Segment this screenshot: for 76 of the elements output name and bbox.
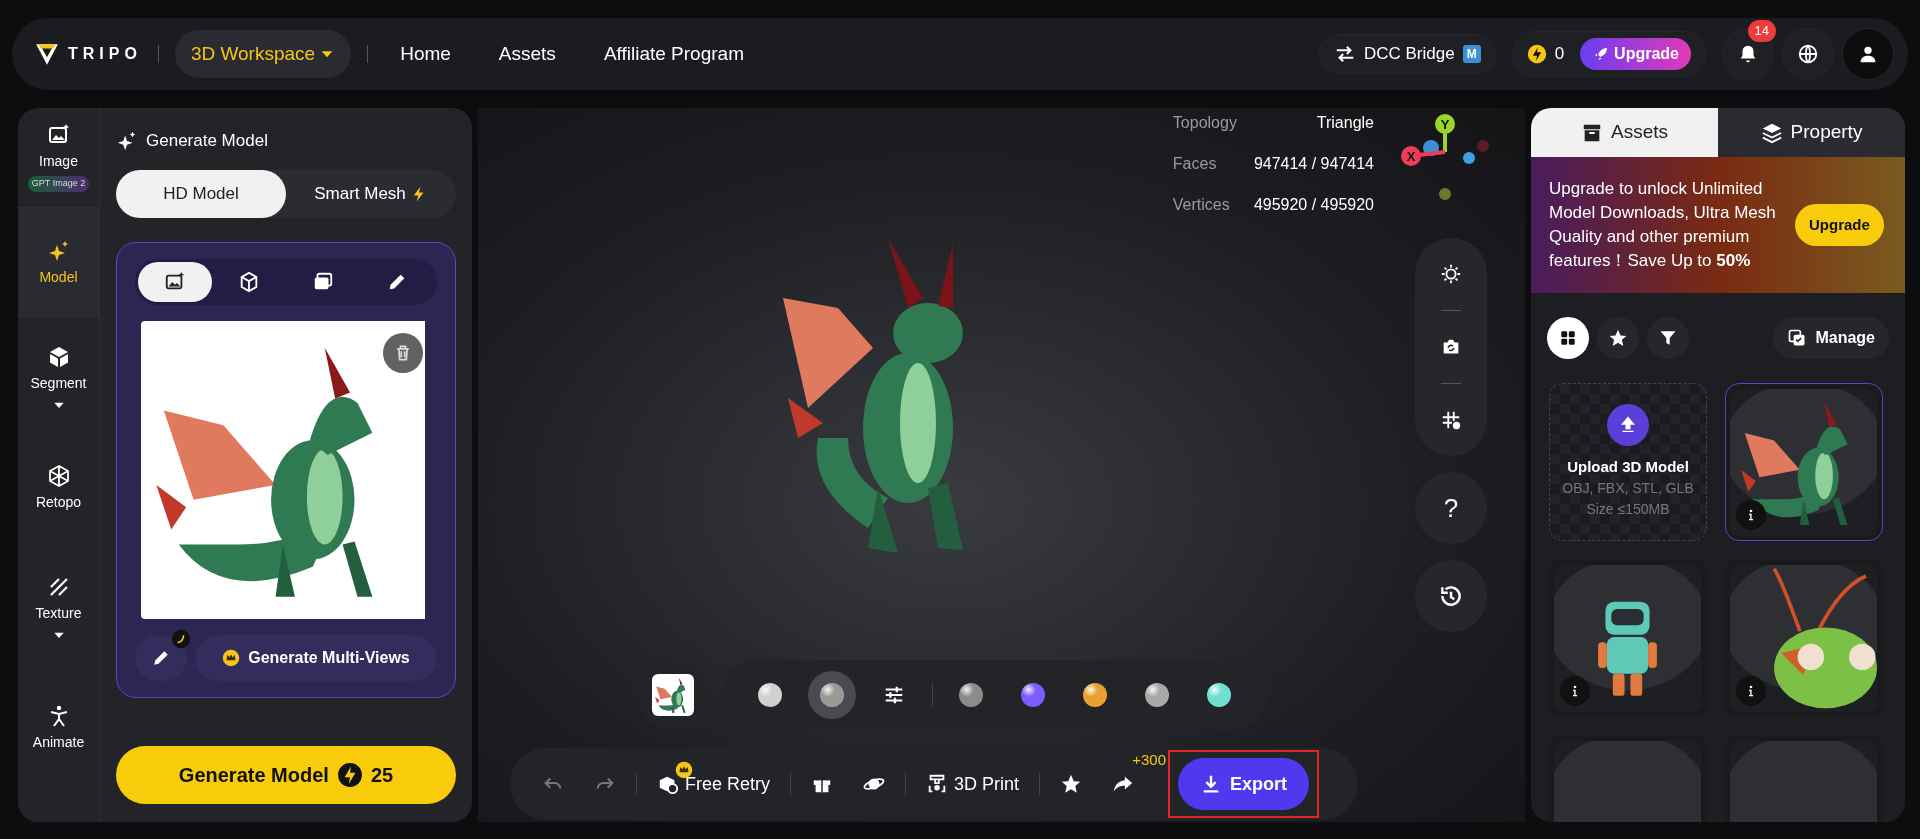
panel-tab[interactable]: Assets bbox=[1531, 108, 1718, 157]
axis-dot[interactable] bbox=[1463, 152, 1475, 164]
filter-icon bbox=[1658, 328, 1678, 348]
star-icon bbox=[1608, 328, 1628, 348]
sliders-icon bbox=[883, 684, 905, 706]
format-list: OBJ, FBX, STL, GLB bbox=[1562, 478, 1694, 500]
stat-value: 495920 / 495920 bbox=[1253, 196, 1374, 213]
multi-views-button[interactable]: Generate Multi-Views bbox=[195, 634, 437, 681]
export-button[interactable]: Export bbox=[1178, 758, 1310, 810]
nav-link[interactable]: Home bbox=[400, 39, 451, 69]
stat-label: Vertices bbox=[1172, 196, 1230, 213]
tool-tab[interactable]: Image GPT Image 2 bbox=[18, 108, 99, 208]
stat-value: 947414 / 947414 bbox=[1253, 155, 1374, 172]
bolt-icon bbox=[1526, 44, 1547, 64]
axis-dot[interactable] bbox=[1477, 140, 1489, 152]
history-icon bbox=[1438, 583, 1464, 609]
x-axis-handle[interactable] bbox=[1401, 146, 1446, 166]
promo-text: Upgrade to unlock Unlimited Model Downloads, Ultra Mesh Quality and other premium features！Save Up to 50% bbox=[1549, 178, 1777, 272]
manage-button[interactable]: Manage bbox=[1773, 317, 1889, 359]
grid-icon bbox=[1440, 409, 1462, 431]
upload-title: Upload 3D Model bbox=[1567, 456, 1689, 477]
mesh-icon bbox=[46, 463, 71, 488]
workspace-dropdown[interactable]: 3D Workspace bbox=[174, 29, 352, 79]
bonus-text: +300 bbox=[1132, 750, 1167, 770]
generate-button[interactable]: Generate Model 25 bbox=[116, 746, 456, 804]
upload-card[interactable]: Upload 3D Model OBJ, FBX, STL, GLB Size ≤150MB bbox=[1549, 383, 1707, 541]
print-button[interactable]: 3D Print bbox=[916, 764, 1030, 804]
upgrade-button[interactable]: Upgrade bbox=[1795, 204, 1884, 246]
upgrade-button[interactable]: Upgrade bbox=[1580, 38, 1691, 70]
filter-tab[interactable] bbox=[1647, 317, 1689, 359]
language-button[interactable] bbox=[1782, 28, 1834, 80]
nav-link[interactable]: Affiliate Program bbox=[603, 39, 744, 69]
bolt-icon bbox=[336, 762, 363, 788]
stat-label: Faces bbox=[1172, 155, 1217, 172]
size-limit: Size ≤150MB bbox=[1586, 500, 1670, 520]
m-badge: M bbox=[1462, 45, 1481, 63]
globe-icon bbox=[1797, 43, 1819, 65]
logo-icon bbox=[34, 41, 60, 67]
help-button[interactable]: ? bbox=[1415, 472, 1487, 544]
sun-icon bbox=[1440, 263, 1462, 285]
tool-tab[interactable]: Retopo bbox=[18, 438, 99, 538]
mode-tab[interactable]: HD Model bbox=[116, 169, 286, 218]
y-axis-handle[interactable] bbox=[1435, 114, 1455, 152]
nav-link[interactable]: Assets bbox=[498, 39, 556, 69]
material-swatch[interactable] bbox=[808, 671, 856, 719]
dcc-bridge-button[interactable]: DCC Bridge M bbox=[1318, 34, 1496, 74]
cube-icon bbox=[238, 271, 260, 294]
notification-count: 14 bbox=[1747, 20, 1776, 42]
tool-tab[interactable]: Texture bbox=[18, 538, 99, 678]
crown-icon bbox=[222, 648, 241, 667]
notifications-button[interactable] bbox=[1722, 28, 1774, 80]
panel-tab[interactable]: Property bbox=[1718, 108, 1905, 157]
credit-count: 0 bbox=[1554, 43, 1565, 66]
panel-title: Generate Model bbox=[146, 130, 268, 152]
profile-button[interactable] bbox=[1842, 28, 1894, 80]
tool-tab[interactable]: Model bbox=[18, 208, 99, 318]
tool-tab[interactable]: Segment bbox=[18, 318, 99, 438]
z-axis-handle[interactable] bbox=[1423, 140, 1439, 156]
edit-button[interactable] bbox=[135, 634, 187, 681]
grid-icon bbox=[1558, 328, 1578, 348]
stat-label: Topology bbox=[1172, 114, 1237, 131]
input-tab[interactable] bbox=[138, 261, 212, 302]
layers-icon bbox=[1760, 121, 1783, 144]
banana-icon bbox=[171, 628, 191, 649]
filter-tab[interactable] bbox=[1597, 317, 1639, 359]
mode-tab[interactable]: Smart Mesh bbox=[286, 169, 456, 218]
stat-value: Triangle bbox=[1316, 114, 1374, 131]
filter-tab[interactable] bbox=[1547, 317, 1589, 359]
crown-icon bbox=[675, 760, 693, 779]
sparkle-icon bbox=[116, 129, 138, 152]
axis-dot[interactable] bbox=[1439, 188, 1451, 200]
axis-label: X bbox=[1406, 149, 1416, 164]
checklist-icon bbox=[1787, 328, 1808, 348]
tool-tab[interactable]: Animate bbox=[18, 678, 99, 778]
axis-label: Y bbox=[1440, 117, 1450, 132]
logo-text: TRIPO bbox=[68, 44, 142, 64]
